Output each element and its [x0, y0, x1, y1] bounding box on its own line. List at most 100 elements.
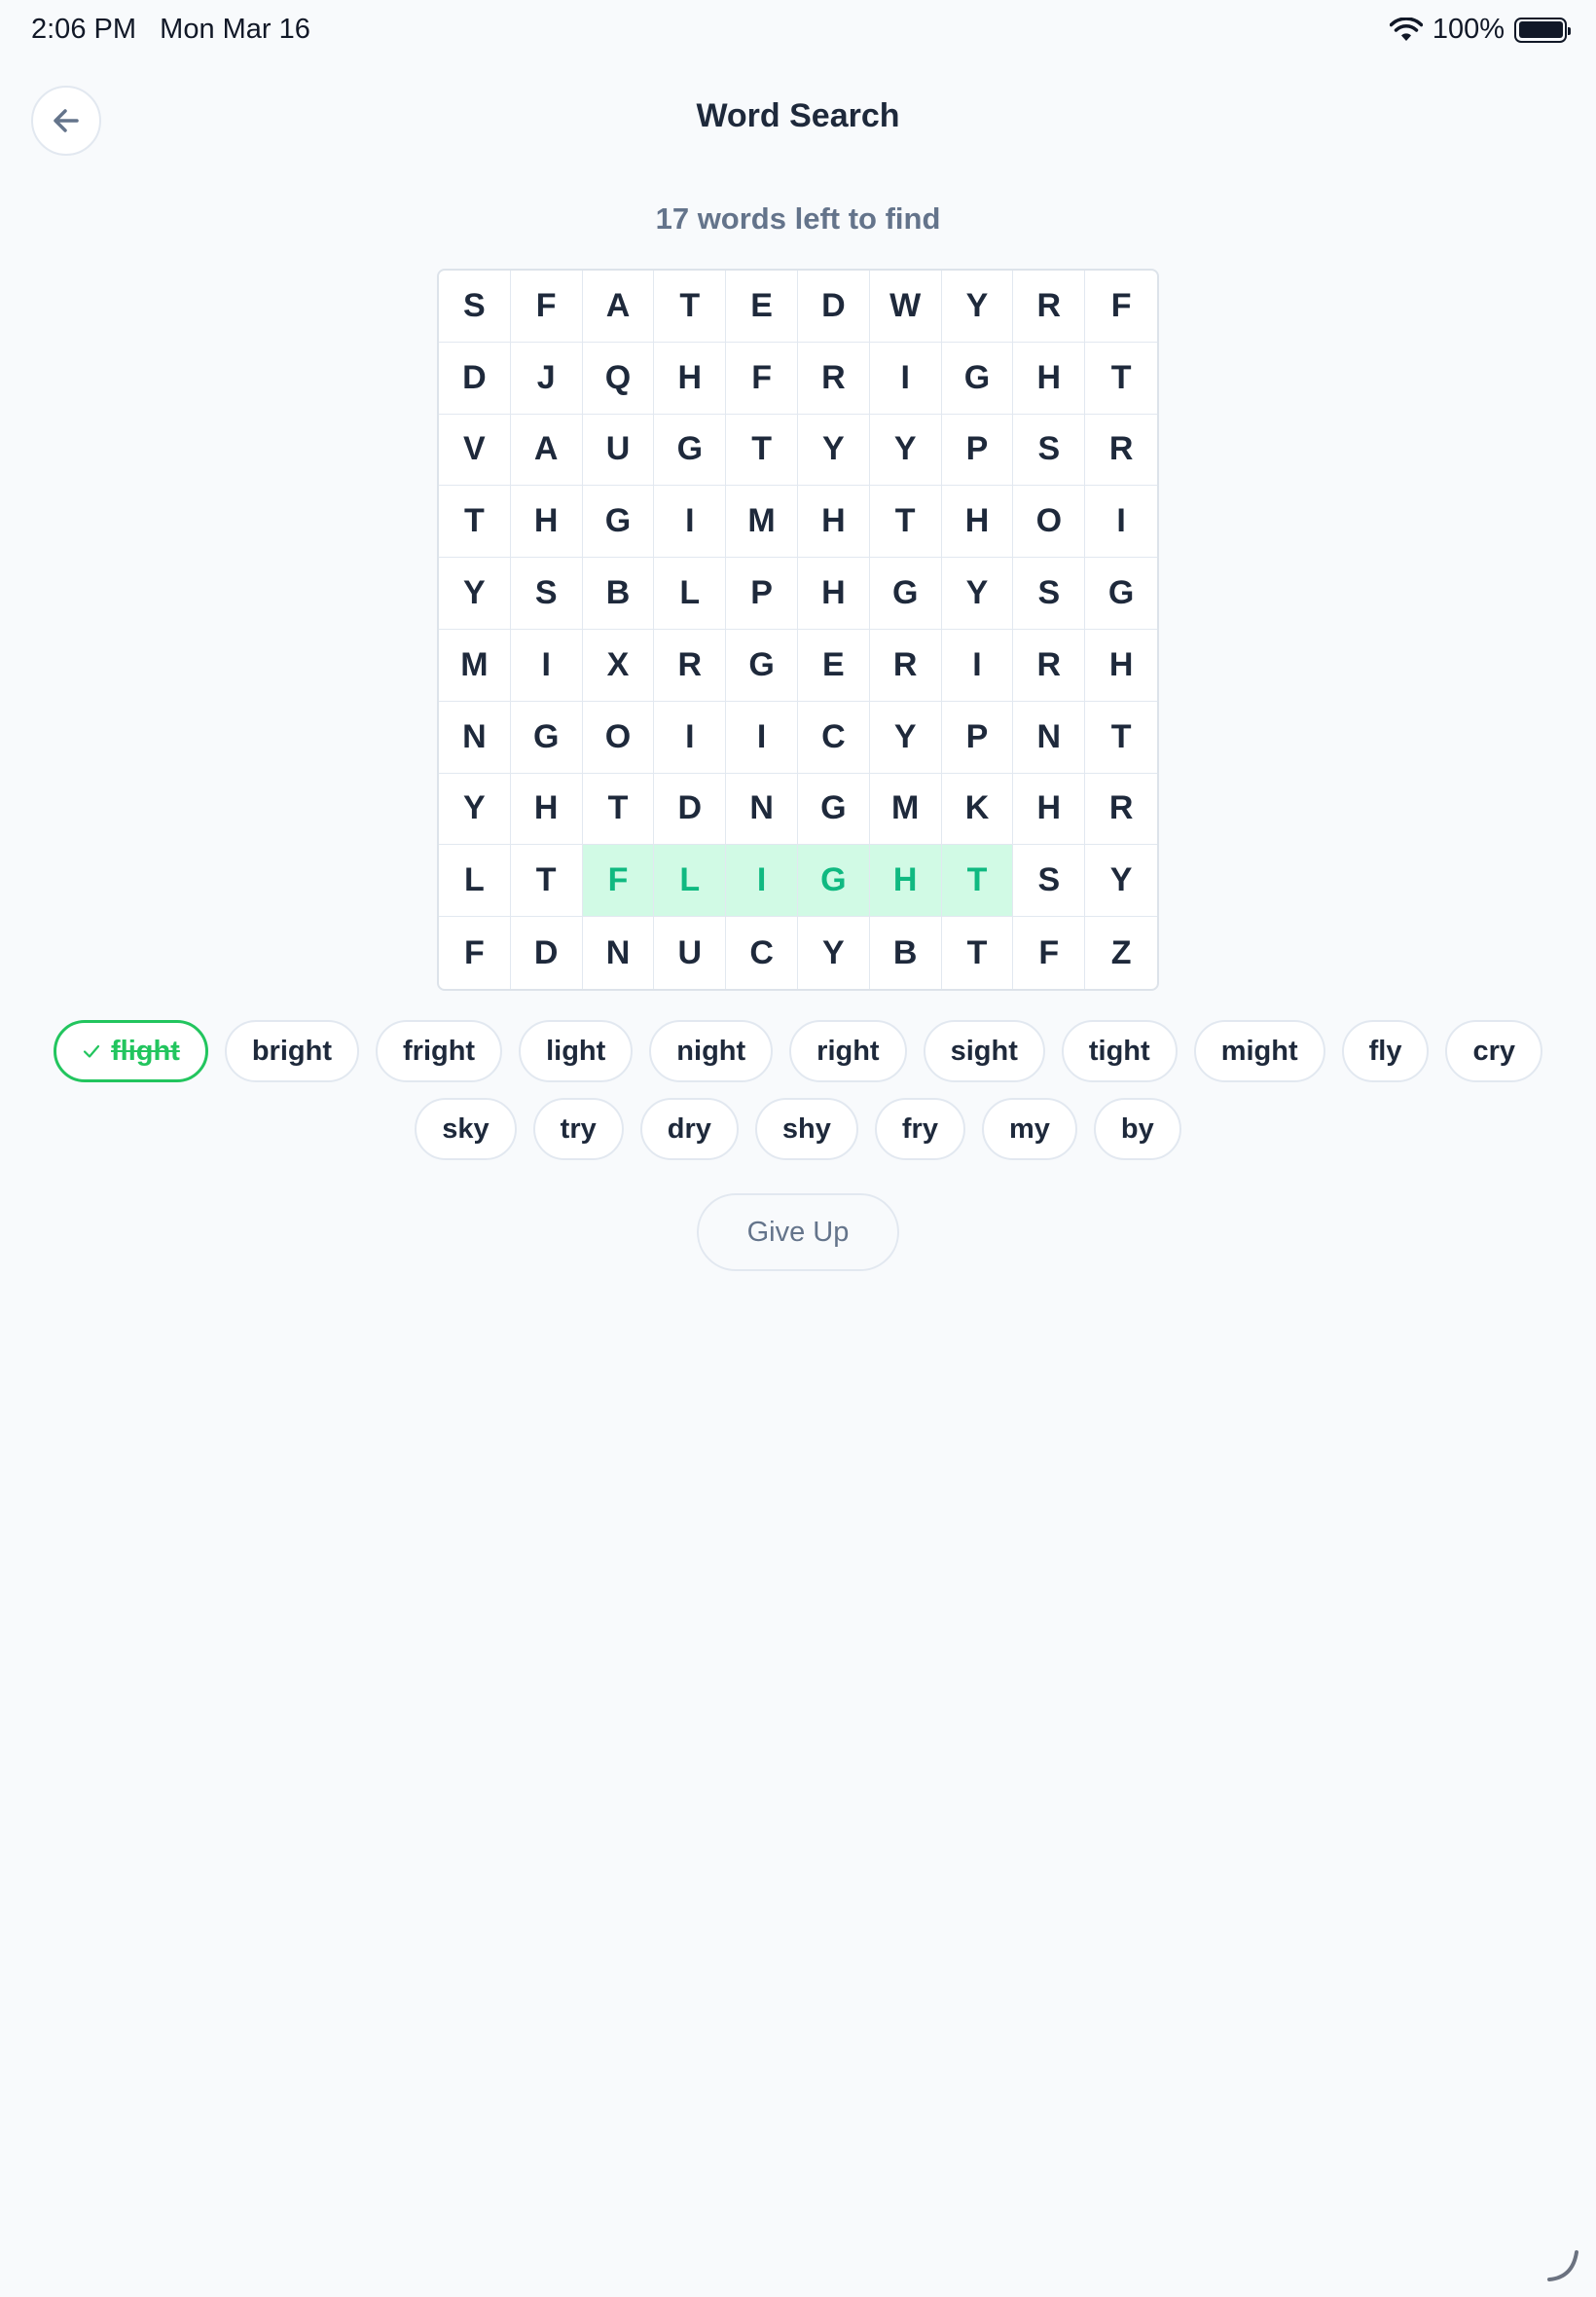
- grid-cell[interactable]: U: [654, 917, 727, 989]
- grid-cell[interactable]: P: [726, 558, 798, 630]
- grid-cell[interactable]: H: [869, 845, 942, 918]
- grid-cell[interactable]: I: [726, 845, 798, 918]
- grid-cell[interactable]: F: [582, 845, 655, 918]
- grid-cell[interactable]: N: [583, 917, 655, 989]
- grid-cell[interactable]: I: [654, 486, 727, 559]
- grid-cell[interactable]: T: [439, 486, 511, 559]
- grid-cell[interactable]: R: [654, 630, 727, 702]
- grid-cell[interactable]: A: [582, 271, 655, 343]
- grid-cell[interactable]: I: [1085, 486, 1157, 559]
- grid-cell[interactable]: F: [1013, 917, 1086, 989]
- word-chip-shy[interactable]: shy: [754, 1098, 858, 1160]
- grid-cell[interactable]: S: [1013, 845, 1086, 918]
- grid-cell[interactable]: H: [510, 486, 583, 559]
- grid-cell[interactable]: Y: [798, 414, 870, 487]
- grid-cell[interactable]: F: [510, 271, 583, 343]
- grid-cell[interactable]: D: [439, 342, 511, 415]
- grid-cell[interactable]: U: [582, 414, 655, 487]
- grid-cell[interactable]: G: [941, 342, 1014, 415]
- grid-cell[interactable]: R: [798, 342, 870, 415]
- grid-cell[interactable]: H: [654, 342, 727, 415]
- grid-cell[interactable]: D: [511, 917, 583, 989]
- word-chip-cry[interactable]: cry: [1445, 1020, 1543, 1082]
- grid-cell[interactable]: G: [798, 773, 870, 846]
- grid-cell[interactable]: R: [1013, 630, 1086, 702]
- grid-cell[interactable]: O: [582, 701, 655, 774]
- word-chip-flight[interactable]: flight: [53, 1020, 208, 1082]
- grid-cell[interactable]: M: [869, 773, 942, 846]
- grid-cell[interactable]: Z: [1085, 917, 1157, 989]
- grid-cell[interactable]: G: [798, 845, 870, 918]
- grid-cell[interactable]: H: [941, 486, 1014, 559]
- grid-cell[interactable]: D: [654, 773, 727, 846]
- grid-cell[interactable]: B: [870, 917, 942, 989]
- grid-cell[interactable]: T: [510, 845, 583, 918]
- word-chip-my[interactable]: my: [981, 1098, 1077, 1160]
- grid-cell[interactable]: Y: [941, 271, 1014, 343]
- grid-cell[interactable]: C: [798, 701, 870, 774]
- grid-cell[interactable]: N: [439, 701, 511, 774]
- grid-cell[interactable]: Y: [1085, 845, 1157, 918]
- grid-cell[interactable]: T: [1085, 702, 1157, 774]
- grid-cell[interactable]: E: [726, 271, 798, 343]
- grid-cell[interactable]: R: [1085, 415, 1157, 487]
- grid-cell[interactable]: G: [654, 414, 727, 487]
- grid-cell[interactable]: H: [798, 486, 870, 559]
- grid-cell[interactable]: L: [439, 845, 511, 918]
- word-chip-bright[interactable]: bright: [224, 1020, 359, 1082]
- grid-cell[interactable]: T: [942, 917, 1014, 989]
- grid-cell[interactable]: L: [654, 845, 727, 918]
- word-chip-tight[interactable]: tight: [1061, 1020, 1178, 1082]
- grid-cell[interactable]: S: [1013, 558, 1086, 630]
- word-chip-dry[interactable]: dry: [639, 1098, 739, 1160]
- grid-cell[interactable]: F: [439, 917, 511, 989]
- grid-cell[interactable]: R: [869, 630, 942, 702]
- grid-cell[interactable]: A: [510, 414, 583, 487]
- word-chip-light[interactable]: light: [519, 1020, 634, 1082]
- grid-cell[interactable]: R: [1085, 774, 1157, 846]
- grid-cell[interactable]: Y: [439, 558, 511, 630]
- grid-cell[interactable]: T: [582, 773, 655, 846]
- give-up-button[interactable]: Give Up: [697, 1193, 899, 1271]
- word-chip-fright[interactable]: fright: [376, 1020, 503, 1082]
- grid-cell[interactable]: Y: [941, 558, 1014, 630]
- grid-cell[interactable]: T: [869, 486, 942, 559]
- grid-cell[interactable]: V: [439, 414, 511, 487]
- grid-cell[interactable]: L: [654, 558, 727, 630]
- grid-cell[interactable]: N: [726, 773, 798, 846]
- grid-cell[interactable]: J: [510, 342, 583, 415]
- grid-cell[interactable]: M: [726, 486, 798, 559]
- word-chip-fry[interactable]: fry: [874, 1098, 965, 1160]
- grid-cell[interactable]: M: [439, 630, 511, 702]
- grid-cell[interactable]: G: [510, 701, 583, 774]
- grid-cell[interactable]: I: [510, 630, 583, 702]
- grid-cell[interactable]: P: [941, 414, 1014, 487]
- grid-cell[interactable]: H: [1013, 773, 1086, 846]
- grid-cell[interactable]: G: [582, 486, 655, 559]
- grid-cell[interactable]: G: [1085, 558, 1157, 630]
- grid-cell[interactable]: K: [941, 773, 1014, 846]
- grid-cell[interactable]: N: [1013, 701, 1086, 774]
- grid-cell[interactable]: E: [798, 630, 870, 702]
- grid-cell[interactable]: T: [1085, 343, 1157, 415]
- grid-cell[interactable]: R: [1013, 271, 1086, 343]
- grid-cell[interactable]: Q: [582, 342, 655, 415]
- grid-cell[interactable]: S: [510, 558, 583, 630]
- letter-grid[interactable]: SFATEDWYRFDJQHFRIGHTVAUGTYYPSRTHGIMHTHOI…: [437, 269, 1159, 991]
- grid-cell[interactable]: I: [941, 630, 1014, 702]
- grid-cell[interactable]: I: [654, 701, 727, 774]
- grid-cell[interactable]: G: [726, 630, 798, 702]
- grid-cell[interactable]: H: [1013, 342, 1086, 415]
- grid-cell[interactable]: P: [941, 701, 1014, 774]
- grid-cell[interactable]: Y: [798, 917, 870, 989]
- grid-cell[interactable]: F: [726, 342, 798, 415]
- grid-cell[interactable]: I: [869, 342, 942, 415]
- grid-cell[interactable]: H: [798, 558, 870, 630]
- grid-cell[interactable]: C: [726, 917, 798, 989]
- grid-cell[interactable]: T: [941, 845, 1014, 918]
- grid-cell[interactable]: O: [1013, 486, 1086, 559]
- word-chip-by[interactable]: by: [1093, 1098, 1181, 1160]
- grid-cell[interactable]: I: [726, 701, 798, 774]
- grid-cell[interactable]: S: [1013, 414, 1086, 487]
- word-chip-sky[interactable]: sky: [415, 1098, 517, 1160]
